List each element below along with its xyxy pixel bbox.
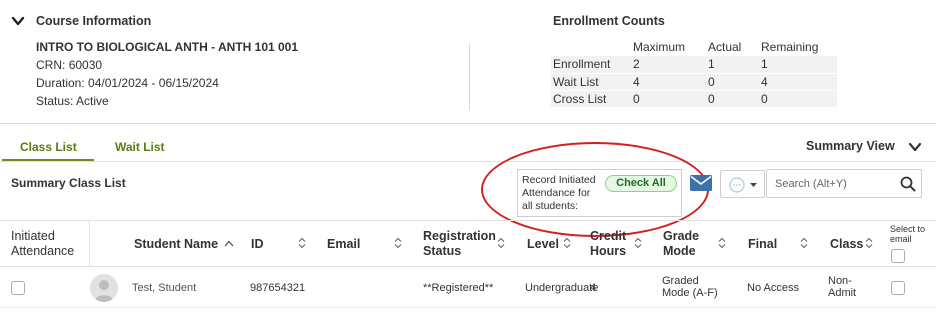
enrollment-header-row: Maximum Actual Remaining: [551, 38, 837, 56]
student-id-cell: 987654321: [250, 282, 306, 294]
waitlist-row-remaining: 4: [759, 73, 837, 91]
select-to-email-checkbox[interactable]: [891, 281, 905, 295]
waitlist-row: Wait List 4 0 4: [551, 73, 837, 91]
sort-icon[interactable]: [718, 237, 726, 249]
crosslist-row: Cross List 0 0 0: [551, 90, 837, 108]
student-name-cell[interactable]: Test, Student: [132, 282, 196, 294]
duration-label: Duration:: [36, 76, 85, 90]
summary-class-list-title: Summary Class List: [11, 176, 126, 190]
crosslist-row-remaining: 0: [759, 90, 837, 108]
waitlist-row-maximum: 4: [631, 73, 706, 91]
enrollment-header-remaining: Remaining: [761, 40, 819, 54]
enrollment-row-maximum: 2: [631, 56, 706, 74]
enrollment-row: Enrollment 2 1 1: [551, 56, 837, 74]
course-info-panel: Course Information INTRO TO BIOLOGICAL A…: [0, 0, 936, 124]
sort-icon[interactable]: [865, 237, 873, 249]
sort-icon[interactable]: [800, 237, 808, 249]
more-options-icon: [729, 177, 757, 193]
course-info-title: Course Information: [36, 14, 152, 28]
status-line: Status: Active: [36, 94, 109, 108]
search-input[interactable]: [767, 170, 892, 197]
select-all-email-checkbox[interactable]: [891, 249, 905, 263]
final-grade-cell: No Access: [747, 282, 799, 294]
enrollment-header-actual: Actual: [708, 40, 742, 54]
email-icon[interactable]: [689, 173, 713, 193]
sort-icon[interactable]: [394, 237, 402, 249]
duration-value: 04/01/2024 - 06/15/2024: [88, 76, 219, 90]
header-student-name[interactable]: Student Name: [134, 237, 218, 252]
sort-icon[interactable]: [634, 237, 642, 249]
header-credit-hours[interactable]: Credit Hours: [590, 229, 630, 259]
tab-class-list[interactable]: Class List: [20, 140, 77, 154]
waitlist-row-actual: 0: [706, 73, 759, 91]
more-options-button[interactable]: [720, 170, 765, 198]
crosslist-row-maximum: 0: [631, 90, 706, 108]
avatar: [90, 274, 118, 302]
column-divider: [89, 220, 90, 267]
tab-wait-list[interactable]: Wait List: [115, 140, 165, 154]
header-level[interactable]: Level: [527, 237, 559, 252]
header-select-to-email: Select to email: [890, 224, 926, 244]
header-final[interactable]: Final: [748, 237, 777, 252]
sort-icon[interactable]: [497, 237, 505, 249]
credit-hours-cell: 4: [590, 282, 597, 294]
chevron-down-icon[interactable]: [11, 14, 25, 28]
crn-line: CRN: 60030: [36, 58, 102, 72]
header-class[interactable]: Class: [830, 237, 863, 252]
enrollment-row-actual: 1: [706, 56, 759, 74]
enrollment-header-maximum: Maximum: [633, 40, 686, 54]
enrollment-row-remaining: 1: [759, 56, 837, 74]
duration-line: Duration: 04/01/2024 - 06/15/2024: [36, 76, 219, 90]
status-label: Status:: [36, 94, 74, 108]
crn-value: 60030: [68, 58, 103, 72]
class-cell: Non-Admit: [828, 275, 857, 299]
course-name: INTRO TO BIOLOGICAL ANTH - ANTH 101 001: [36, 40, 299, 54]
crosslist-row-actual: 0: [706, 90, 759, 108]
header-grade-mode[interactable]: Grade Mode: [663, 229, 703, 259]
crosslist-row-label: Cross List: [551, 90, 631, 108]
header-initiated-attendance: Initiated Attendance: [11, 229, 75, 258]
tabs-divider: [0, 161, 936, 162]
sort-icon[interactable]: [563, 237, 571, 249]
search-box: [766, 169, 922, 198]
level-cell: Undergraduate: [525, 282, 599, 294]
search-icon[interactable]: [900, 176, 916, 192]
sort-icon[interactable]: [298, 237, 306, 249]
header-email[interactable]: Email: [327, 237, 360, 252]
enrollment-row-label: Enrollment: [551, 56, 631, 74]
header-registration-status[interactable]: Registration Status: [423, 229, 496, 259]
crn-label: CRN:: [36, 58, 66, 72]
avatar-icon: [94, 280, 114, 302]
sort-ascending-icon[interactable]: [224, 240, 234, 247]
panel-divider: [469, 44, 470, 110]
enrollment-table: Maximum Actual Remaining Enrollment 2 1 …: [551, 38, 837, 108]
grade-mode-cell: Graded Mode (A-F): [662, 275, 718, 299]
enrollment-title: Enrollment Counts: [553, 14, 665, 28]
enrollment-header-blank: [551, 38, 631, 56]
attendance-checkbox[interactable]: [11, 281, 25, 295]
header-id[interactable]: ID: [251, 237, 264, 252]
chevron-down-icon[interactable]: [908, 140, 922, 154]
waitlist-row-label: Wait List: [551, 73, 631, 91]
summary-view-label[interactable]: Summary View: [806, 139, 895, 153]
status-value: Active: [76, 94, 109, 108]
registration-status-cell: **Registered**: [423, 282, 494, 294]
